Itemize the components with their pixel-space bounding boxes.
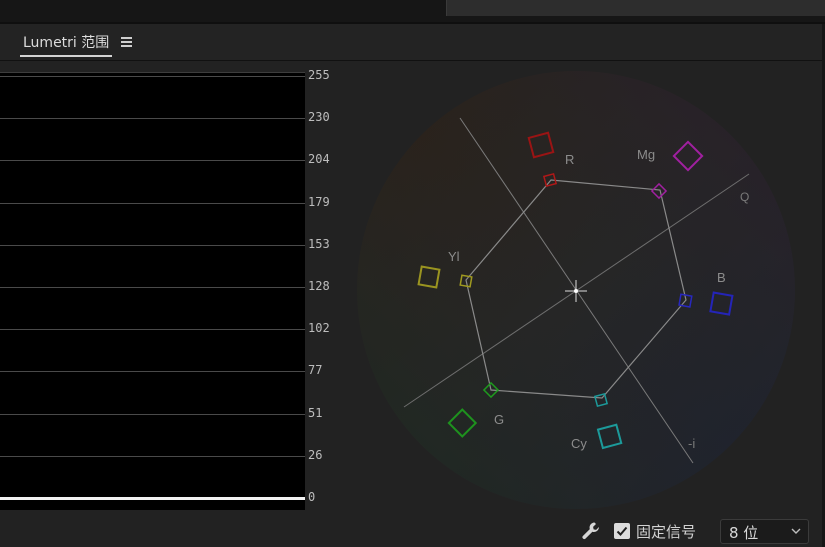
- label-g: G: [494, 412, 504, 427]
- label-r: R: [565, 152, 574, 167]
- label-cy: Cy: [571, 436, 587, 451]
- bit-depth-select[interactable]: 8 位: [720, 519, 809, 544]
- scale-label: 102: [308, 321, 330, 335]
- wrench-icon[interactable]: [580, 520, 602, 542]
- label-mg: Mg: [637, 147, 655, 162]
- waveform-trace: [0, 497, 305, 500]
- scale-label: 51: [308, 406, 323, 420]
- scale-label: 179: [308, 195, 330, 209]
- hamburger-menu-icon[interactable]: [121, 37, 132, 47]
- tab-lumetri-scopes[interactable]: Lumetri 范围: [20, 32, 113, 57]
- scale-label: 0: [308, 490, 316, 504]
- vectorscope: R Mg B Cy G Yl Q -i: [357, 71, 795, 509]
- scale-label: 153: [308, 237, 330, 251]
- workspace-bar: [446, 0, 825, 16]
- chevron-down-icon: [791, 528, 801, 534]
- scale-label: 77: [308, 363, 323, 377]
- panel-tab-bar: Lumetri 范围: [0, 24, 825, 61]
- label-q: Q: [740, 190, 749, 204]
- scale-label: 255: [308, 68, 330, 82]
- label-b: B: [717, 270, 726, 285]
- pin-signal-checkbox[interactable]: [614, 523, 630, 539]
- scale-label: 26: [308, 448, 323, 462]
- bit-depth-value: 8 位: [729, 524, 759, 542]
- top-menu-strip: [0, 0, 825, 22]
- label-yl: Yl: [448, 249, 460, 264]
- tab-label: Lumetri 范围: [23, 35, 110, 51]
- scale-label: 204: [308, 152, 330, 166]
- pin-signal-label: 固定信号: [636, 523, 697, 541]
- label-neg-i: -i: [688, 436, 695, 451]
- scale-label: 230: [308, 110, 330, 124]
- scale-label: 128: [308, 279, 330, 293]
- active-tab-underline: [20, 55, 113, 57]
- waveform-display: [0, 72, 305, 510]
- checkmark-icon: [616, 526, 628, 536]
